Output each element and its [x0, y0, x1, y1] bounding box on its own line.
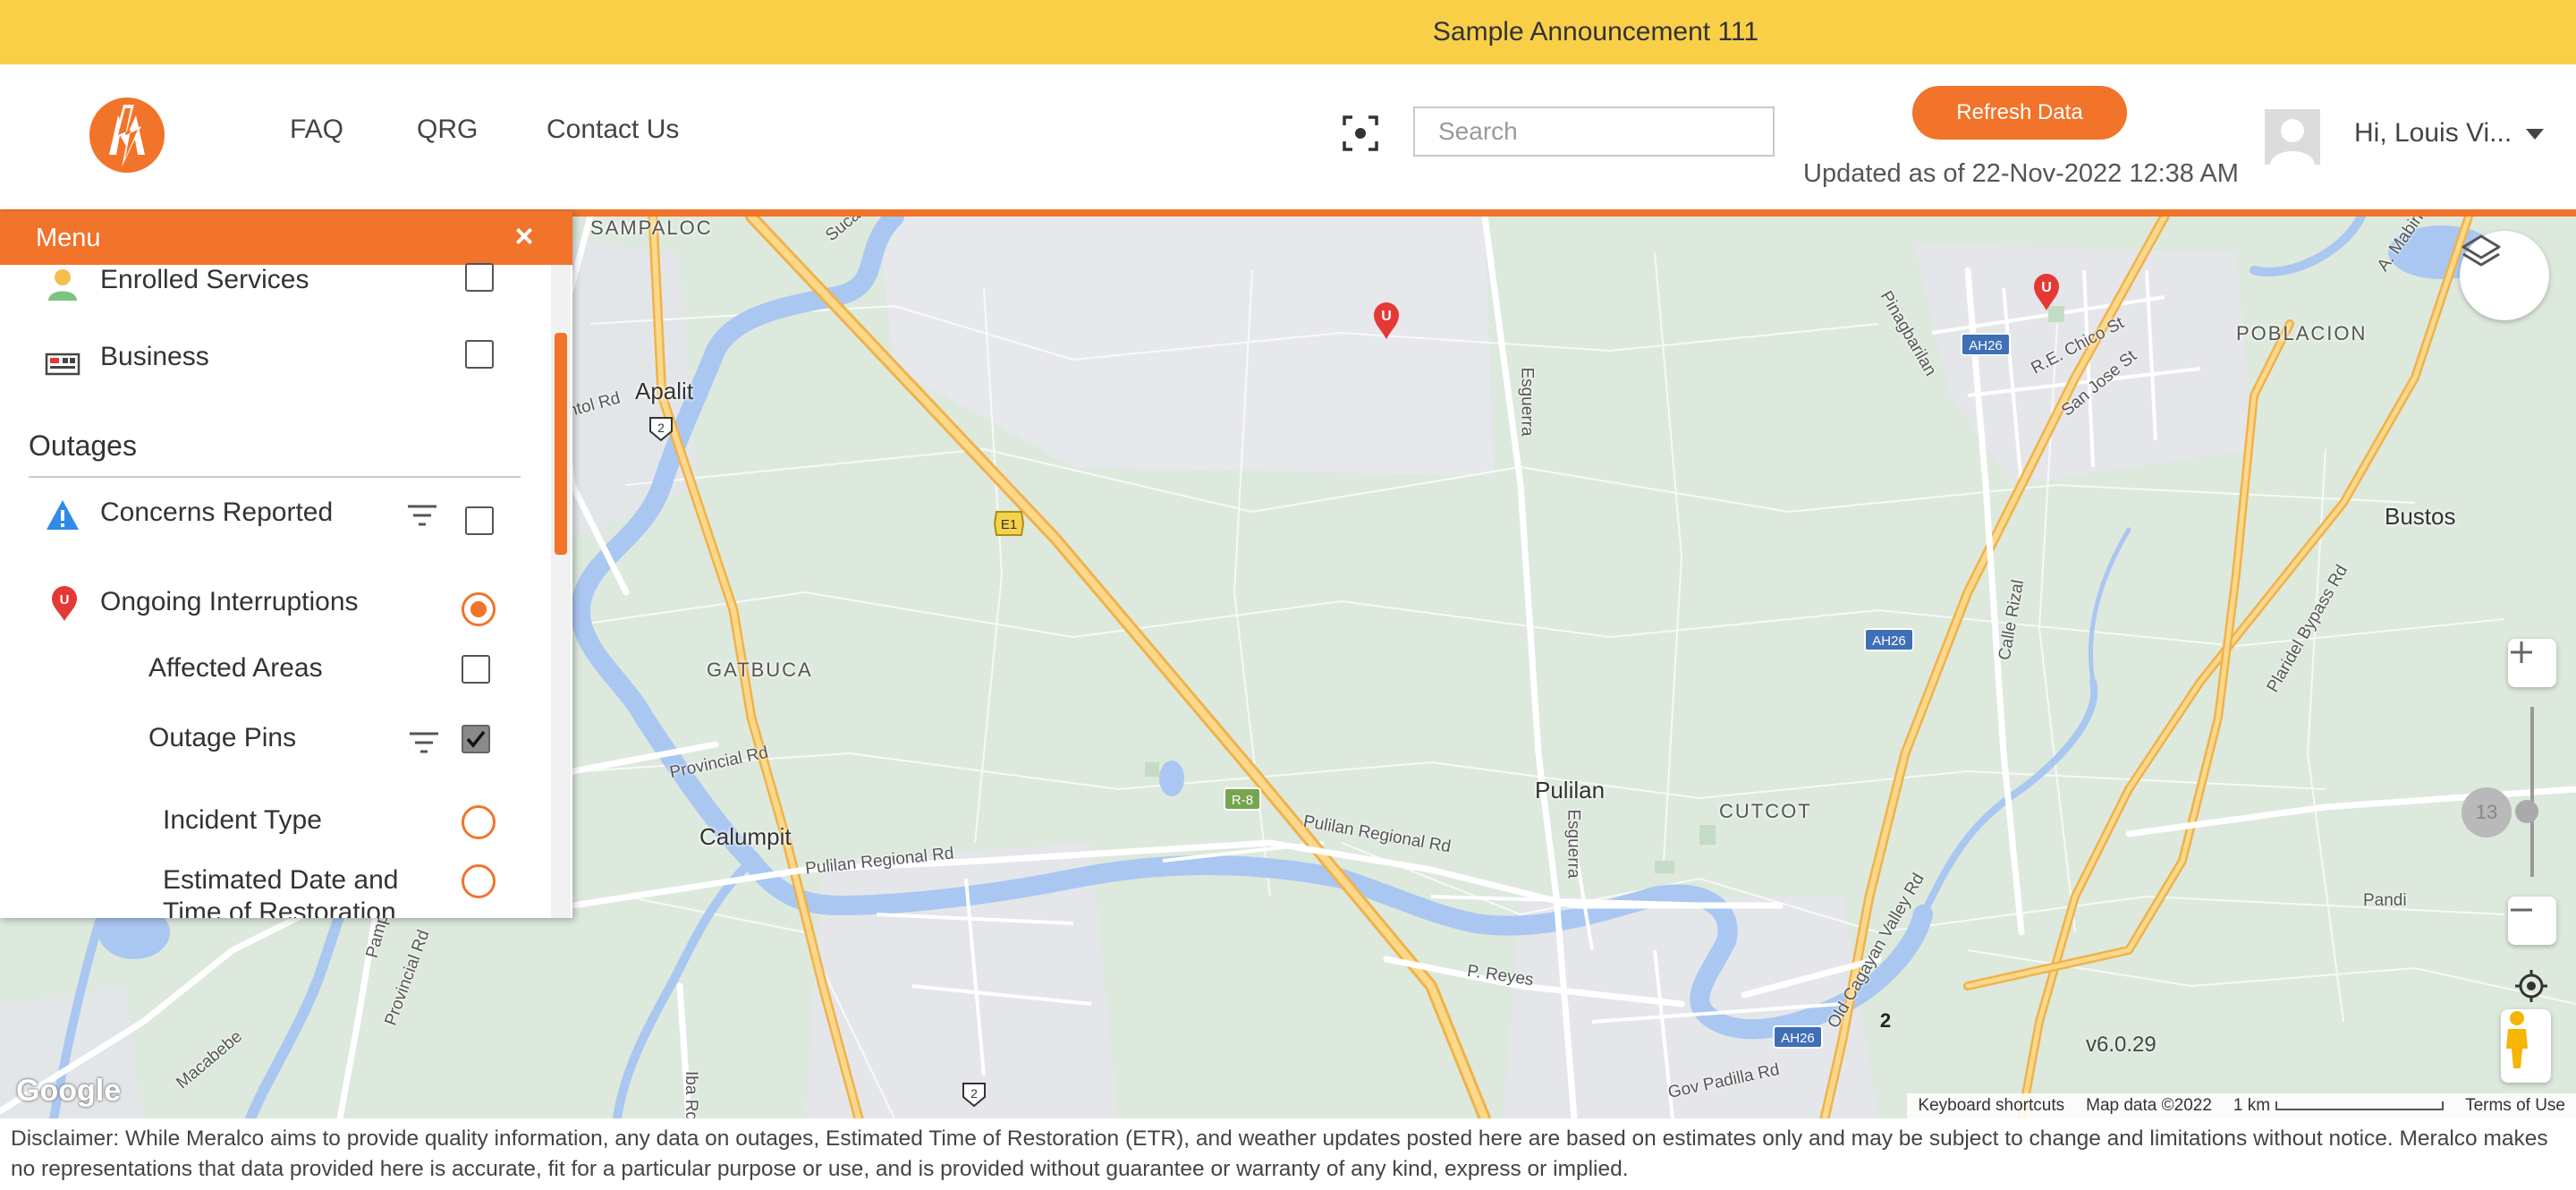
road-label: Iba Rd — [681, 1071, 700, 1118]
crosshair-icon — [2515, 970, 2547, 1002]
road-shield-label: AH26 — [1969, 338, 2003, 353]
affected-areas-checkbox[interactable] — [462, 655, 490, 684]
scale-bar — [2275, 1101, 2445, 1110]
business-checkbox[interactable] — [465, 340, 494, 369]
road-label: Esguerra — [1517, 367, 1537, 437]
plus-icon — [2511, 642, 2532, 663]
user-silhouette-icon — [2270, 119, 2315, 165]
estimated-restoration-radio[interactable] — [462, 864, 496, 898]
menu-title: Menu — [36, 224, 101, 252]
menu-item-ongoing-interruptions[interactable]: Ongoing Interruptions — [100, 587, 359, 617]
layers-icon — [2462, 234, 2501, 267]
outages-section-title: Outages — [29, 429, 137, 462]
header: FAQ QRG Contact Us Refresh Data Updated … — [0, 64, 2576, 209]
svg-text:U: U — [60, 592, 70, 608]
place-label: CUTCOT — [1719, 800, 1812, 822]
google-logo[interactable]: Google — [16, 1074, 121, 1109]
user-greeting[interactable]: Hi, Louis Vi... — [2354, 118, 2512, 149]
road-shield-label: 2 — [970, 1086, 978, 1101]
road-label: Pandi — [2363, 891, 2407, 910]
place-label: Apalit — [635, 378, 694, 404]
my-location-button[interactable] — [2513, 968, 2553, 1007]
chevron-down-icon[interactable] — [2526, 129, 2544, 140]
road-shield-label: R-8 — [1232, 793, 1253, 808]
road-shield: E1 — [993, 511, 1025, 536]
filter-icon[interactable] — [408, 730, 440, 755]
menu-item-outage-pins[interactable]: Outage Pins — [148, 723, 296, 753]
zoom-out-button[interactable] — [2508, 897, 2556, 945]
zoom-slider-handle[interactable] — [2515, 800, 2538, 823]
place-label: POBLACION — [2236, 322, 2368, 344]
nav-faq[interactable]: FAQ — [290, 115, 343, 145]
menu-panel: Menu × Enrolled Services Business Outage… — [0, 211, 572, 918]
road-shield: 2 — [649, 417, 673, 442]
menu-header: Menu × — [0, 211, 572, 265]
meralco-logo-icon[interactable] — [88, 96, 166, 174]
street-view-pegman[interactable] — [2501, 1009, 2551, 1083]
app-version: v6.0.29 — [2086, 1033, 2157, 1057]
scale-label[interactable]: 1 km — [2223, 1096, 2454, 1116]
menu-item-concerns-reported[interactable]: Concerns Reported — [100, 497, 333, 528]
person-icon — [48, 269, 77, 301]
layers-button[interactable] — [2460, 231, 2549, 320]
zoom-in-button[interactable] — [2508, 639, 2556, 687]
zoom-slider-track[interactable] — [2530, 707, 2534, 877]
road-shield-label: 2 — [657, 421, 665, 435]
divider — [29, 476, 521, 478]
map-pin-u-icon: U — [52, 586, 77, 621]
outage-pin-icon[interactable]: U — [2032, 272, 2061, 311]
warning-icon — [47, 500, 79, 530]
updated-timestamp: Updated as of 22-Nov-2022 12:38 AM — [1803, 159, 2239, 188]
ongoing-interruptions-radio[interactable] — [462, 592, 496, 626]
refresh-data-button[interactable]: Refresh Data — [1912, 86, 2127, 140]
zoom-level-badge: 13 — [2462, 787, 2512, 837]
road-shield: AH26 — [1773, 1025, 1823, 1049]
road-shield-label: AH26 — [1781, 1031, 1815, 1046]
svg-text:U: U — [1381, 309, 1392, 324]
map-attribution: Keyboard shortcuts Map data ©2022 1 km T… — [1907, 1093, 2576, 1118]
road-shield: 2 — [962, 1083, 986, 1108]
menu-item-affected-areas[interactable]: Affected Areas — [148, 653, 323, 684]
place-label: Bustos — [2385, 503, 2456, 530]
svg-text:U: U — [2041, 280, 2052, 295]
concerns-reported-checkbox[interactable] — [465, 506, 494, 535]
close-icon[interactable]: × — [506, 217, 542, 254]
outage-pins-checkbox[interactable] — [462, 725, 490, 753]
enrolled-services-checkbox[interactable] — [465, 263, 494, 292]
pegman-icon — [2506, 1011, 2528, 1068]
disclaimer-text: Disclaimer: While Meralco aims to provid… — [0, 1118, 2576, 1190]
avatar[interactable] — [2265, 109, 2320, 165]
business-icon — [45, 353, 80, 376]
checkmark-icon — [466, 730, 486, 748]
incident-type-radio[interactable] — [462, 805, 496, 839]
announcement-text: Sample Announcement 111 — [1432, 17, 1759, 47]
menu-scrollbar-thumb[interactable] — [555, 333, 567, 555]
place-label: SAMPALOC — [590, 217, 713, 239]
nav-contact-us[interactable]: Contact Us — [547, 115, 679, 145]
road-shield-label: AH26 — [1872, 633, 1906, 649]
outage-pin-icon[interactable]: U — [1372, 301, 1401, 340]
filter-icon[interactable] — [406, 503, 438, 528]
road-shield: AH26 — [1961, 333, 2011, 356]
menu-item-enrolled-services[interactable]: Enrolled Services — [100, 265, 309, 295]
menu-item-estimated-restoration[interactable]: Estimated Date and Time of Restoration — [163, 864, 431, 918]
announcement-bar: Sample Announcement 111 — [0, 0, 2576, 64]
cluster-count: 2 — [1879, 1009, 1892, 1032]
map-data-credit[interactable]: Map data ©2022 — [2075, 1096, 2223, 1116]
place-label: Calumpit — [699, 823, 792, 850]
search-input[interactable] — [1413, 106, 1775, 157]
road-shield: R-8 — [1224, 787, 1261, 811]
nav-qrg[interactable]: QRG — [417, 115, 478, 145]
road-label: Esguerra — [1563, 809, 1583, 879]
minus-icon — [2511, 908, 2532, 912]
terms-link[interactable]: Terms of Use — [2454, 1096, 2576, 1116]
road-shield-label: E1 — [1001, 517, 1017, 532]
menu-item-incident-type[interactable]: Incident Type — [163, 805, 322, 836]
place-label: GATBUCA — [707, 659, 813, 681]
keyboard-shortcuts-link[interactable]: Keyboard shortcuts — [1907, 1096, 2075, 1116]
place-label: Pulilan — [1535, 777, 1606, 803]
road-shield: AH26 — [1864, 628, 1914, 651]
menu-item-business[interactable]: Business — [100, 342, 209, 372]
focus-scan-icon[interactable] — [1342, 115, 1379, 152]
